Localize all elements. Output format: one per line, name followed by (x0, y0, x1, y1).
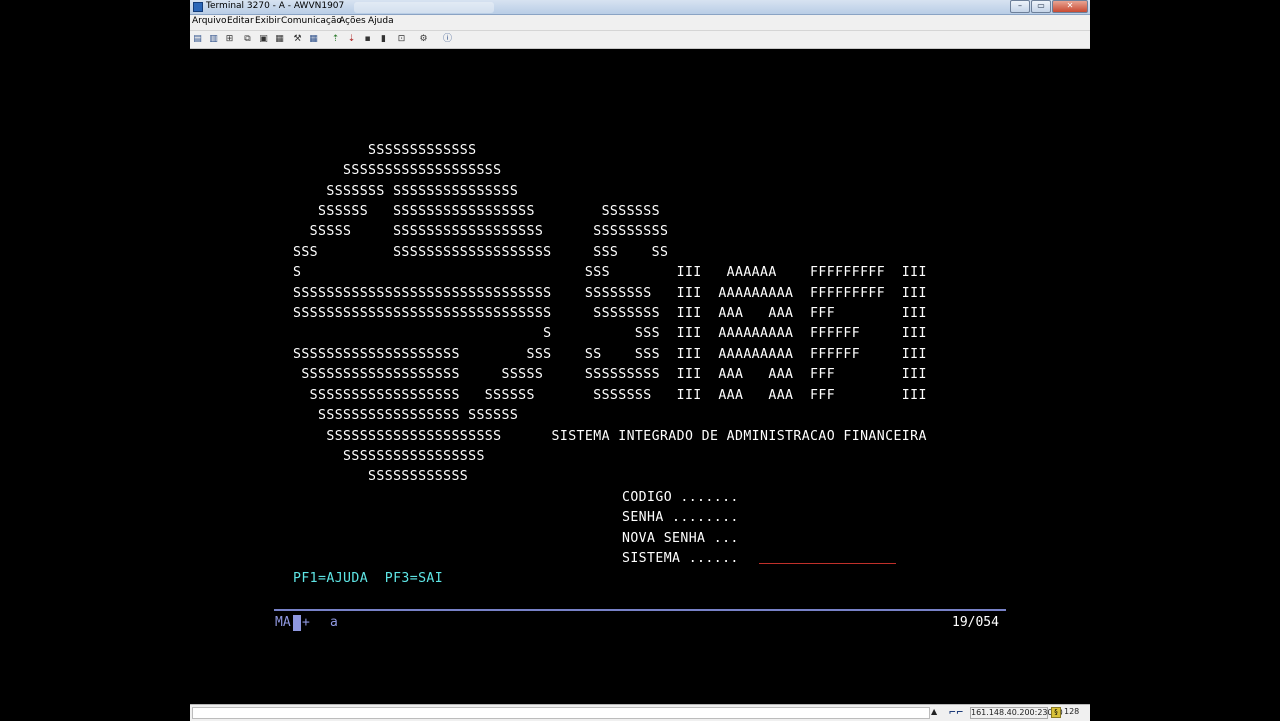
menu-bar: Arquivo Editar Exibir Comunicação Ações … (190, 15, 1090, 31)
keymap-icon[interactable]: ⚒ (292, 34, 303, 44)
up-arrow-icon[interactable]: ▲ (931, 707, 937, 716)
logo-line: S SSS III AAAAAA FFFFFFFFF III (293, 265, 927, 280)
cursor-position: 19/054 (952, 615, 999, 630)
logo-line: SSSSSS SSSSSSSSSSSSSSSSS SSSSSSS (293, 204, 660, 219)
page-setup-icon[interactable]: ⊞ (224, 34, 235, 44)
oia-mode: MA (275, 615, 291, 630)
sistema-label: SISTEMA ...... (622, 551, 739, 566)
menu-comunicacao[interactable]: Comunicação (281, 16, 342, 26)
codigo-label: CODIGO ....... (622, 490, 739, 505)
logo-line: SSSSSSSSSSSSSSSSSSSS SSS SS SSS III AAAA… (293, 347, 927, 362)
macro-stop-icon[interactable]: ⊡ (396, 34, 407, 44)
paste-next-icon[interactable]: ▦ (274, 34, 285, 44)
title-bar[interactable]: Terminal 3270 - A - AWVN1907 – ▭ ✕ (190, 0, 1090, 15)
senha-label: SENHA ........ (622, 510, 739, 525)
status-count: 128 (1064, 707, 1080, 716)
logo-line: SSS SSSSSSSSSSSSSSSSSSS SSS SS (293, 245, 669, 260)
receive-file-icon[interactable]: ⇣ (346, 34, 357, 44)
logo-line: SSSSSSSSSSSSSSSSSSS (293, 163, 502, 178)
paste-icon[interactable]: ▣ (258, 34, 269, 44)
menu-exibir[interactable]: Exibir (255, 16, 280, 26)
system-title-line: SSSSSSSSSSSSSSSSSSSSS SISTEMA INTEGRADO … (293, 429, 927, 444)
macro-record-icon[interactable]: ▪ (362, 34, 373, 44)
help-icon[interactable]: ⓘ (442, 34, 453, 44)
nova-senha-label: NOVA SENHA ... (622, 531, 739, 546)
oia-separator (274, 609, 1006, 611)
minimize-button[interactable]: – (1010, 0, 1030, 13)
terminal-screen[interactable]: SSSSSSSSSSSSS SSSSSSSSSSSSSSSSSSS SSSSSS… (190, 49, 1090, 703)
logo-line: SSSSSSSSSSSSSSSSSS SSSSSS SSSSSSS III AA… (293, 388, 927, 403)
logo-line: S SSS III AAAAAAAAA FFFFFF III (293, 326, 927, 341)
sistema-input-field[interactable] (759, 563, 896, 564)
logo-line: SSSSSSSSSSSSSSSSSSS SSSSS SSSSSSSSS III … (293, 367, 927, 382)
copy-icon[interactable]: ⧉ (242, 34, 253, 44)
logo-line: SSSSSSSSSSSSS (293, 143, 477, 158)
status-message-field (192, 707, 930, 719)
text-cursor (293, 615, 301, 631)
oia-plus: + (302, 615, 310, 630)
oia-char: a (330, 615, 338, 630)
print-icon[interactable]: ▤ (192, 34, 203, 44)
restore-button[interactable]: ▭ (1031, 0, 1051, 13)
grid-icon[interactable]: ▦ (308, 34, 319, 44)
window-controls: – ▭ ✕ (1009, 0, 1088, 13)
send-file-icon[interactable]: ⇡ (330, 34, 341, 44)
status-bar: ▲ ⌐⌐ 161.148.40.200:23000 § 128 (190, 704, 1090, 721)
logo-line: SSSSSSSSSSSS (293, 469, 469, 484)
lock-icon: § (1051, 707, 1061, 718)
logo-line: SSSSSSS SSSSSSSSSSSSSSS (293, 184, 519, 199)
pf-keys-hint: PF1=AJUDA PF3=SAI (293, 571, 444, 586)
menu-editar[interactable]: Editar (227, 16, 254, 26)
logo-line: SSSSSSSSSSSSSSSSS (293, 449, 485, 464)
background-window-ghost (354, 2, 494, 13)
close-button[interactable]: ✕ (1052, 0, 1088, 13)
settings-icon[interactable]: ⚙ (418, 34, 429, 44)
logo-line: SSSSS SSSSSSSSSSSSSSSSSS SSSSSSSSS (293, 224, 669, 239)
menu-acoes[interactable]: Ações (339, 16, 366, 26)
menu-arquivo[interactable]: Arquivo (192, 16, 226, 26)
toolbar: ▤ ▥ ⊞ ⧉ ▣ ▦ ⚒ ▦ ⇡ ⇣ ▪ ▮ ⊡ ⚙ ⓘ (190, 31, 1090, 49)
terminal-window: Terminal 3270 - A - AWVN1907 – ▭ ✕ Arqui… (190, 0, 1090, 721)
print-screen-icon[interactable]: ▥ (208, 34, 219, 44)
connection-icon: ⌐⌐ (948, 708, 964, 718)
window-title: Terminal 3270 - A - AWVN1907 (206, 1, 345, 11)
logo-line: SSSSSSSSSSSSSSSSS SSSSSS (293, 408, 519, 423)
logo-line: SSSSSSSSSSSSSSSSSSSSSSSSSSSSSSS SSSSSSSS… (293, 286, 927, 301)
host-address: 161.148.40.200:23000 (970, 707, 1063, 719)
macro-play-icon[interactable]: ▮ (378, 34, 389, 44)
menu-ajuda[interactable]: Ajuda (368, 16, 394, 26)
logo-line: SSSSSSSSSSSSSSSSSSSSSSSSSSSSSSS SSSSSSSS… (293, 306, 927, 321)
app-icon (193, 2, 203, 12)
